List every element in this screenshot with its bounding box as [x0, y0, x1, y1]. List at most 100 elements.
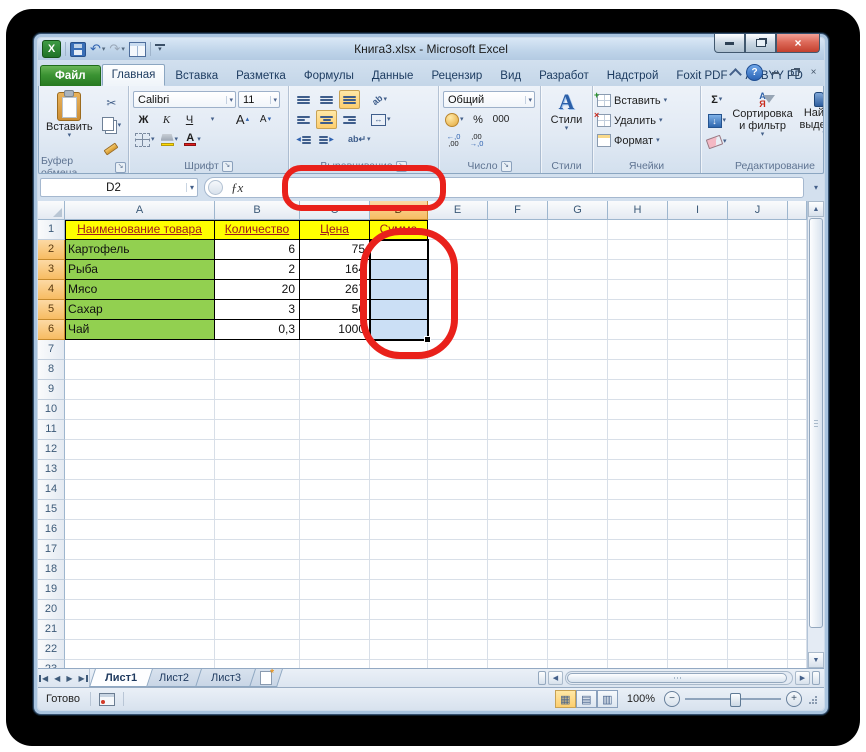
insert-function-circle-icon[interactable]	[208, 180, 223, 195]
cell-C16[interactable]	[300, 520, 370, 540]
last-sheet-icon[interactable]: ▶	[78, 674, 84, 683]
cell-I21[interactable]	[668, 620, 728, 640]
cell-E20[interactable]	[428, 600, 488, 620]
restore-button[interactable]	[745, 34, 776, 53]
cell-D3[interactable]	[370, 260, 428, 280]
cell-B11[interactable]	[215, 420, 300, 440]
row-header-12[interactable]: 12	[38, 440, 65, 460]
cell-J13[interactable]	[728, 460, 788, 480]
cell-A17[interactable]	[65, 540, 215, 560]
cell-D18[interactable]	[370, 560, 428, 580]
cell-A22[interactable]	[65, 640, 215, 660]
ribbon-tab-10[interactable]: Foxit PDF	[667, 66, 736, 86]
row-header-17[interactable]: 17	[38, 540, 65, 560]
cell-D5[interactable]	[370, 300, 428, 320]
cell-E10[interactable]	[428, 400, 488, 420]
cell-H22[interactable]	[608, 640, 668, 660]
cell-H10[interactable]	[608, 400, 668, 420]
cell-B15[interactable]	[215, 500, 300, 520]
dialog-launcher-icon[interactable]: ↘	[396, 161, 407, 172]
grow-font-button[interactable]: А▴	[232, 110, 253, 129]
cell-H23[interactable]	[608, 660, 668, 668]
font-family-combo[interactable]: Calibri▾	[133, 91, 236, 108]
cell-D7[interactable]	[370, 340, 428, 360]
cell-H4[interactable]	[608, 280, 668, 300]
paste-button[interactable]: Вставить ▾	[43, 90, 96, 158]
cut-button[interactable]: ✂	[100, 93, 124, 112]
cell-A12[interactable]	[65, 440, 215, 460]
align-center-button[interactable]	[316, 110, 337, 129]
cell-D6[interactable]	[370, 320, 428, 340]
currency-button[interactable]: ▾	[443, 110, 466, 129]
cell-C6[interactable]: 1000	[300, 320, 370, 340]
cell-F22[interactable]	[488, 640, 548, 660]
ribbon-tab-3[interactable]: Разметка	[227, 66, 295, 86]
find-select-button[interactable]: Найти и выделить▾	[797, 90, 824, 157]
underline-button[interactable]: Ч	[179, 110, 200, 129]
cell-G3[interactable]	[548, 260, 608, 280]
cell-A11[interactable]	[65, 420, 215, 440]
cell-B9[interactable]	[215, 380, 300, 400]
cell-C12[interactable]	[300, 440, 370, 460]
cell-E21[interactable]	[428, 620, 488, 640]
cell-J3[interactable]	[728, 260, 788, 280]
col-header-F[interactable]: F	[488, 201, 548, 220]
next-sheet-icon[interactable]: ▶	[66, 674, 72, 683]
cell-J15[interactable]	[728, 500, 788, 520]
cell-C11[interactable]	[300, 420, 370, 440]
cell-B20[interactable]	[215, 600, 300, 620]
cell-G14[interactable]	[548, 480, 608, 500]
fill-button[interactable]: ↓▾	[705, 111, 729, 130]
insert-function-icon[interactable]: ƒx	[231, 180, 243, 196]
cell-G1[interactable]	[548, 220, 608, 240]
cell-I5[interactable]	[668, 300, 728, 320]
format-cells-button[interactable]: Формат▾	[597, 131, 696, 150]
vertical-scrollbar[interactable]: ▲ ▼	[807, 201, 824, 668]
cell-J8[interactable]	[728, 360, 788, 380]
cell-F7[interactable]	[488, 340, 548, 360]
cell-I16[interactable]	[668, 520, 728, 540]
cell-J7[interactable]	[728, 340, 788, 360]
cell-E12[interactable]	[428, 440, 488, 460]
cell-A23[interactable]	[65, 660, 215, 668]
ribbon-tab-7[interactable]: Вид	[491, 66, 530, 86]
cell-D2[interactable]	[370, 240, 428, 260]
cell-C3[interactable]: 164	[300, 260, 370, 280]
cell-E18[interactable]	[428, 560, 488, 580]
first-sheet-icon[interactable]: ◀	[42, 674, 48, 683]
cell-C15[interactable]	[300, 500, 370, 520]
row-header-22[interactable]: 22	[38, 640, 65, 660]
row-header-16[interactable]: 16	[38, 520, 65, 540]
cell-J2[interactable]	[728, 240, 788, 260]
cell-A10[interactable]	[65, 400, 215, 420]
cell-A4[interactable]: Мясо	[65, 280, 215, 300]
sheet-tab-3[interactable]: Лист3	[195, 669, 257, 687]
cell-E14[interactable]	[428, 480, 488, 500]
cell-H14[interactable]	[608, 480, 668, 500]
cell-B4[interactable]: 20	[215, 280, 300, 300]
align-middle-button[interactable]	[316, 90, 337, 109]
percent-button[interactable]: %	[468, 110, 489, 129]
align-bottom-button[interactable]	[339, 90, 360, 109]
cell-G23[interactable]	[548, 660, 608, 668]
cell-A2[interactable]: Картофель	[65, 240, 215, 260]
cell-G2[interactable]	[548, 240, 608, 260]
cell-C14[interactable]	[300, 480, 370, 500]
autosum-button[interactable]: Σ▾	[705, 90, 729, 109]
decrease-indent-button[interactable]: ◀	[293, 130, 314, 149]
cell-I4[interactable]	[668, 280, 728, 300]
cell-J11[interactable]	[728, 420, 788, 440]
cell-I2[interactable]	[668, 240, 728, 260]
cell-B8[interactable]	[215, 360, 300, 380]
expand-formula-bar-icon[interactable]: ▾	[810, 183, 822, 192]
dialog-launcher-icon[interactable]: ↘	[222, 161, 233, 172]
align-right-button[interactable]	[339, 110, 360, 129]
cell-J9[interactable]	[728, 380, 788, 400]
cell-G21[interactable]	[548, 620, 608, 640]
horizontal-scroll-thumb[interactable]	[567, 673, 787, 683]
col-header-A[interactable]: A	[65, 201, 215, 220]
orientation-button[interactable]: ab▾	[369, 90, 390, 109]
cell-G17[interactable]	[548, 540, 608, 560]
cell-G15[interactable]	[548, 500, 608, 520]
cell-E23[interactable]	[428, 660, 488, 668]
